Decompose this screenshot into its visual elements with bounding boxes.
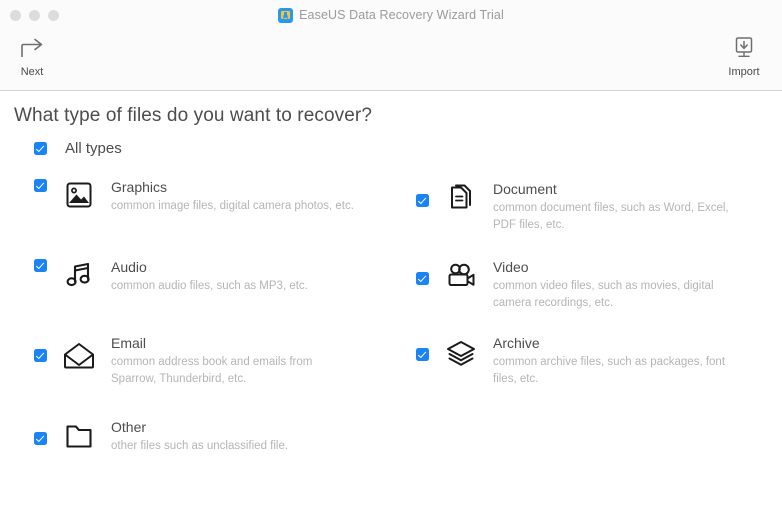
email-checkbox[interactable] [34, 349, 47, 362]
document-checkbox[interactable] [416, 194, 429, 207]
file-type-row-email[interactable]: Email common address book and emails fro… [34, 335, 343, 387]
file-type-row-archive[interactable]: Archive common archive files, such as pa… [416, 335, 746, 387]
email-title: Email [111, 335, 147, 351]
content-area: What type of files do you want to recove… [0, 91, 782, 521]
audio-checkbox[interactable] [34, 259, 47, 272]
file-type-row-document[interactable]: Document common document files, such as … [416, 181, 746, 233]
video-camera-icon [444, 261, 478, 291]
document-description: common document files, such as Word, Exc… [493, 202, 729, 231]
other-checkbox[interactable] [34, 432, 47, 445]
folder-icon [62, 421, 96, 451]
video-checkbox[interactable] [416, 272, 429, 285]
traffic-lights [10, 0, 59, 30]
arrow-turn-right-icon [16, 34, 48, 64]
file-type-row-graphics[interactable]: Graphics common image files, digital cam… [34, 179, 354, 215]
archive-description: common archive files, such as packages, … [493, 356, 726, 385]
image-picture-icon [62, 179, 96, 211]
window-title-group: EaseUS Data Recovery Wizard Trial [0, 0, 782, 30]
import-button-label: Import [728, 66, 760, 78]
email-description: common address book and emails from Spar… [111, 356, 313, 385]
import-button[interactable]: Import [712, 34, 776, 78]
file-type-row-audio[interactable]: Audio common audio files, such as MP3, e… [34, 259, 308, 295]
all-types-row[interactable]: All types [34, 140, 122, 157]
next-button-label: Next [20, 66, 44, 78]
layers-stack-icon [444, 338, 478, 368]
audio-description: common audio files, such as MP3, etc. [111, 280, 308, 293]
graphics-checkbox[interactable] [34, 179, 47, 192]
music-note-icon [62, 259, 96, 291]
import-download-icon [730, 34, 758, 64]
close-button[interactable] [10, 9, 21, 21]
other-title: Other [111, 419, 147, 435]
video-description: common video files, such as movies, digi… [493, 280, 714, 309]
graphics-title: Graphics [111, 179, 168, 195]
audio-title: Audio [111, 259, 147, 275]
page-title: What type of files do you want to recove… [14, 105, 372, 126]
minimize-button[interactable] [29, 9, 40, 21]
title-bar: EaseUS Data Recovery Wizard Trial [0, 0, 782, 30]
graphics-description: common image files, digital camera photo… [111, 200, 354, 213]
all-types-checkbox[interactable] [34, 142, 47, 155]
other-description: other files such as unclassified file. [111, 440, 289, 453]
file-type-row-other[interactable]: Other other files such as unclassified f… [34, 419, 288, 455]
zoom-button[interactable] [48, 9, 59, 21]
document-pages-icon [444, 182, 478, 214]
document-title: Document [493, 181, 557, 197]
all-types-label: All types [65, 140, 122, 157]
envelope-icon [62, 341, 96, 371]
file-type-row-video[interactable]: Video common video files, such as movies… [416, 259, 743, 311]
video-title: Video [493, 259, 529, 275]
toolbar: Next Import [0, 30, 782, 91]
archive-checkbox[interactable] [416, 348, 429, 361]
easeus-app-icon [278, 7, 294, 23]
next-button[interactable]: Next [0, 34, 64, 78]
archive-title: Archive [493, 335, 540, 351]
window-title: EaseUS Data Recovery Wizard Trial [299, 8, 504, 22]
